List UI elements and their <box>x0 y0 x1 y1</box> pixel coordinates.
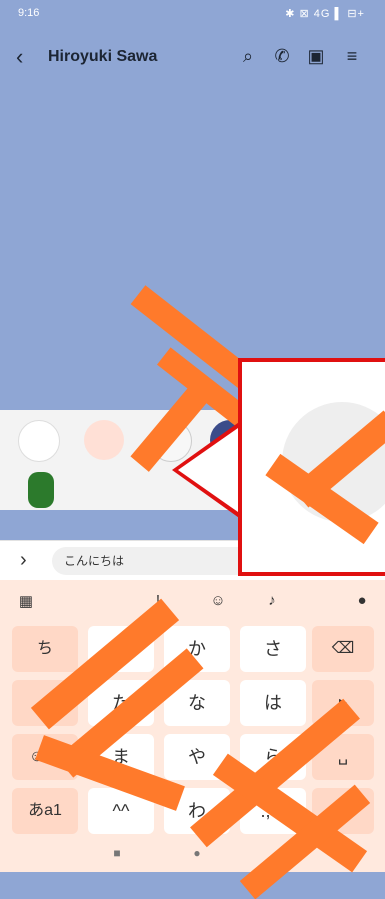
emoji-icon[interactable]: ☺ <box>206 592 230 612</box>
key[interactable]: は <box>240 680 306 726</box>
grid-icon[interactable]: ▦ <box>14 592 38 612</box>
sticker-item[interactable] <box>84 420 124 460</box>
key[interactable]: ち <box>12 626 78 672</box>
status-indicators: ✱ ⊠ 4G ▌ ⊟+ <box>285 8 365 20</box>
menu-icon[interactable]: ≡ <box>342 46 362 66</box>
callout-tail-inner <box>178 428 238 512</box>
key[interactable]: あa1 <box>12 788 78 834</box>
back-icon[interactable]: ‹ <box>16 44 23 70</box>
mic-icon[interactable]: ● <box>350 592 374 612</box>
music-icon[interactable]: ♪ <box>260 592 284 612</box>
key[interactable]: さ <box>240 626 306 672</box>
sticker-item[interactable] <box>28 472 54 508</box>
keyboard-toolbar: ▦ ! ☺ ♪ ● <box>0 580 385 624</box>
backspace-key[interactable]: ⌫ <box>312 626 374 672</box>
expand-chevron-icon[interactable]: › <box>20 549 27 572</box>
status-bar: 9:16 ✱ ⊠ 4G ▌ ⊟+ <box>0 0 385 26</box>
note-icon[interactable]: ▣ <box>306 46 326 66</box>
status-time: 9:16 <box>18 7 40 19</box>
search-icon[interactable]: ⌕ <box>238 46 258 66</box>
sticker-item[interactable] <box>18 420 60 462</box>
phone-icon[interactable]: ✆ <box>272 46 292 66</box>
home-icon[interactable]: ● <box>190 846 204 860</box>
chat-title: Hiroyuki Sawa <box>48 48 158 65</box>
recent-apps-icon[interactable]: ■ <box>110 846 124 860</box>
chat-header: ‹ Hiroyuki Sawa ⌕ ✆ ▣ ≡ <box>0 26 385 92</box>
callout-box <box>238 358 385 576</box>
